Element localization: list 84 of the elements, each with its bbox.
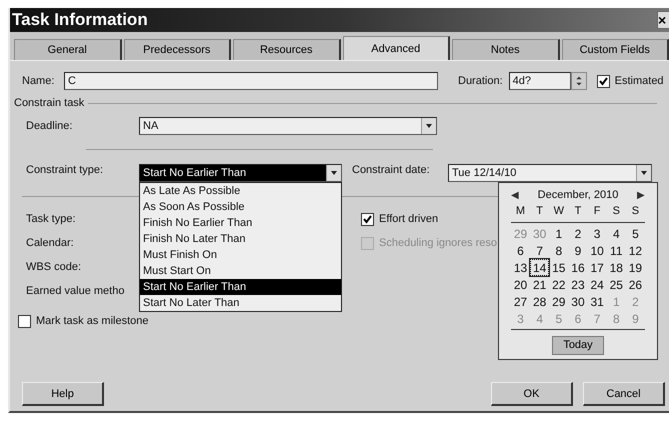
dropdown-option[interactable]: Start No Later Than <box>140 295 341 311</box>
calendar-day[interactable]: 14 <box>530 259 550 276</box>
dropdown-option[interactable]: As Soon As Possible <box>140 199 341 215</box>
calendar-day[interactable]: 15 <box>549 259 568 276</box>
tab[interactable]: Notes <box>452 39 560 60</box>
ok-button[interactable]: OK <box>491 382 573 406</box>
calendar-day[interactable]: 8 <box>549 242 568 259</box>
today-button[interactable]: Today <box>552 336 604 355</box>
calendar-day[interactable]: 2 <box>568 225 588 242</box>
spinner-icon[interactable] <box>570 72 587 90</box>
dropdown-option[interactable]: Must Start On <box>140 263 341 279</box>
deadline-field[interactable]: NA <box>139 117 437 135</box>
group-title: Constrain task <box>14 97 84 109</box>
help-button[interactable]: Help <box>22 382 104 406</box>
weekday-label: F <box>592 204 602 220</box>
dropdown-option[interactable]: Start No Earlier Than <box>140 279 341 295</box>
calendar-day[interactable]: 4 <box>606 225 626 242</box>
calendar-day[interactable]: 1 <box>549 225 568 242</box>
cancel-button[interactable]: Cancel <box>583 382 665 406</box>
checkbox-label: Mark task as milestone <box>36 315 148 327</box>
window-title: Task Information <box>11 10 148 30</box>
close-button[interactable]: × <box>657 11 669 29</box>
next-month-button[interactable]: ▶ <box>637 188 645 201</box>
field-label: Earned value metho <box>26 285 124 297</box>
tab[interactable]: Predecessors <box>124 39 231 60</box>
field-label: WBS code: <box>26 261 82 273</box>
calendar-day[interactable]: 7 <box>530 242 550 259</box>
calendar-day[interactable]: 10 <box>588 242 607 259</box>
tab[interactable]: Custom Fields <box>562 39 669 60</box>
dropdown-option[interactable]: Must Finish On <box>140 247 341 263</box>
checkbox-label: Estimated <box>614 75 664 87</box>
calendar-day[interactable]: 22 <box>549 276 568 293</box>
checkbox[interactable] <box>596 74 610 88</box>
calendar-day[interactable]: 3 <box>588 225 607 242</box>
calendar-day[interactable]: 30 <box>568 293 588 310</box>
tab[interactable]: Advanced <box>342 36 450 60</box>
name-field[interactable]: C <box>64 72 438 90</box>
tab[interactable]: General <box>14 39 122 60</box>
constraint-date-dropdown[interactable]: Tue 12/14/10 <box>448 164 652 182</box>
calendar-day[interactable]: 28 <box>530 293 550 310</box>
duration-field[interactable]: 4d? <box>508 72 571 90</box>
field-label: Constraint type: <box>26 164 104 176</box>
calendar-day[interactable]: 13 <box>511 259 530 276</box>
calendar-day[interactable]: 12 <box>626 242 645 259</box>
calendar-day[interactable]: 11 <box>606 242 626 259</box>
previous-month-button[interactable]: ◀ <box>511 188 519 201</box>
calendar-day[interactable]: 26 <box>626 276 645 293</box>
checkbox-label: Scheduling ignores reso <box>379 237 498 249</box>
field-label: Name: <box>22 75 56 87</box>
calendar-day[interactable]: 6 <box>511 242 530 259</box>
weekday-label: M <box>514 204 526 220</box>
calendar-day[interactable]: 17 <box>588 259 607 276</box>
calendar-day[interactable]: 16 <box>568 259 588 276</box>
weekday-label: S <box>612 204 621 220</box>
calendar-day[interactable]: 9 <box>568 242 588 259</box>
calendar-day[interactable]: 31 <box>588 293 607 310</box>
field-label: Calendar: <box>26 237 74 249</box>
checkbox[interactable] <box>18 314 31 328</box>
calendar-day[interactable]: 20 <box>511 276 530 293</box>
calendar-day[interactable]: 27 <box>511 293 530 310</box>
dropdown-option[interactable]: As Late As Possible <box>140 183 341 199</box>
calendar-month: December, 2010 <box>538 188 618 201</box>
calendar-day[interactable]: 21 <box>530 276 550 293</box>
field-label: Constraint date: <box>352 164 431 176</box>
dropdown-option[interactable]: Finish No Earlier Than <box>140 215 341 231</box>
weekday-label: W <box>552 204 565 220</box>
tab[interactable]: Resources <box>233 39 340 60</box>
calendar-day[interactable]: 19 <box>626 259 645 276</box>
calendar-day[interactable]: 24 <box>588 276 607 293</box>
field-label: Task type: <box>26 213 76 225</box>
checkbox[interactable] <box>361 212 374 226</box>
field-label: Deadline: <box>26 120 74 132</box>
field-label: Duration: <box>458 75 503 87</box>
dropdown-option[interactable]: Finish No Later Than <box>140 231 341 247</box>
weekday-label: S <box>630 204 640 220</box>
calendar-day[interactable]: 5 <box>626 225 645 242</box>
calendar-day[interactable]: 23 <box>568 276 588 293</box>
constraint-type-dropdown[interactable]: Start No Earlier Than <box>139 164 342 182</box>
checkbox-label: Effort driven <box>379 213 438 225</box>
calendar-day[interactable]: 29 <box>549 293 568 310</box>
weekday-label: T <box>574 204 582 220</box>
calendar-day[interactable]: 25 <box>606 276 626 293</box>
calendar-day[interactable]: 18 <box>606 259 626 276</box>
weekday-label: T <box>535 204 544 220</box>
